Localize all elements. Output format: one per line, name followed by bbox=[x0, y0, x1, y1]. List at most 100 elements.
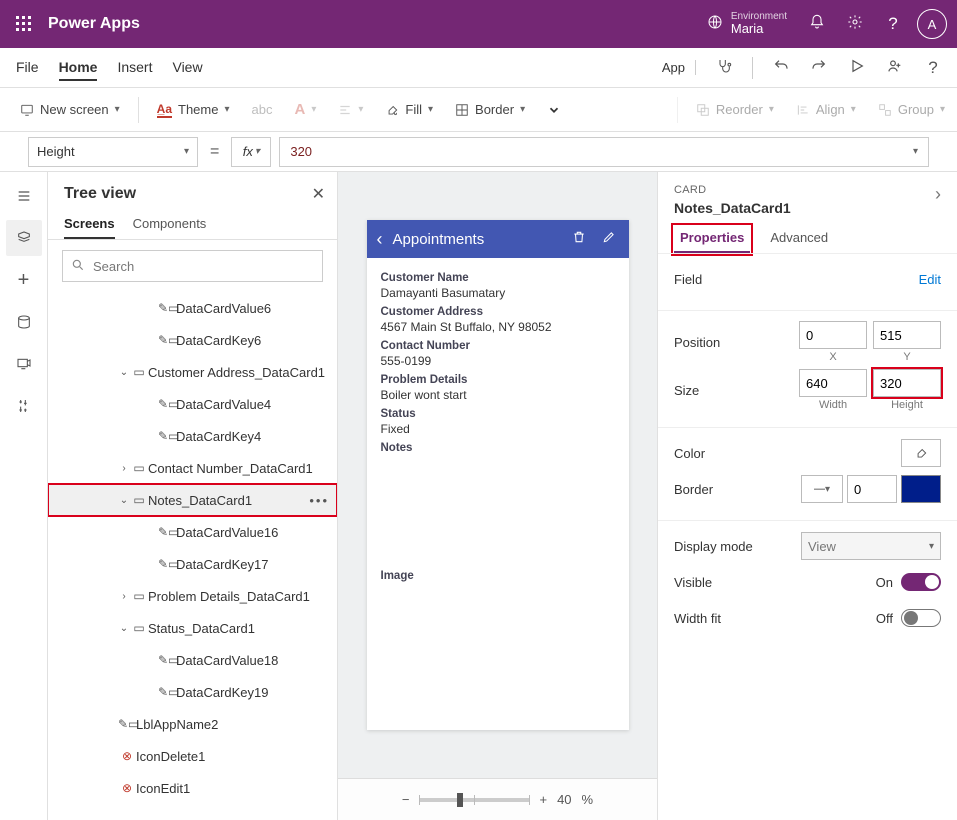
fx-button[interactable]: fx▾ bbox=[231, 137, 271, 167]
tree-node-more-icon[interactable]: ••• bbox=[309, 493, 329, 508]
canvas-app-preview[interactable]: ‹ Appointments Customer Name Damayanti B… bbox=[367, 220, 629, 730]
form-label-image: Image bbox=[381, 570, 615, 582]
tree-node-datacardkey4[interactable]: ✎▭DataCardKey4 bbox=[48, 420, 337, 452]
props-border-color[interactable] bbox=[901, 475, 941, 503]
app-back-icon[interactable]: ‹ bbox=[377, 229, 383, 250]
env-name: Maria bbox=[731, 22, 787, 36]
rail-add-icon[interactable]: + bbox=[6, 262, 42, 298]
tree-node-datacardvalue6[interactable]: ✎▭DataCardValue6 bbox=[48, 292, 337, 324]
props-field-edit-link[interactable]: Edit bbox=[919, 272, 941, 287]
rail-tools-icon[interactable] bbox=[6, 388, 42, 424]
props-tab-properties[interactable]: Properties bbox=[674, 226, 750, 253]
form-value-contact-number: 555-0199 bbox=[381, 354, 615, 368]
app-title: Appointments bbox=[393, 231, 559, 248]
property-selector[interactable]: Height▾ bbox=[28, 137, 198, 167]
props-border-width-input[interactable] bbox=[847, 475, 897, 503]
bell-icon[interactable] bbox=[807, 14, 827, 35]
form-label-customer-address: Customer Address bbox=[381, 306, 615, 318]
waffle-icon[interactable] bbox=[10, 10, 38, 38]
props-widthfit-toggle[interactable] bbox=[901, 609, 941, 627]
form-value-customer-address: 4567 Main St Buffalo, NY 98052 bbox=[381, 320, 615, 334]
props-displaymode-label: Display mode bbox=[674, 539, 766, 554]
tree-node-problemdetails[interactable]: ›▭Problem Details_DataCard1 bbox=[48, 580, 337, 612]
props-field-label: Field bbox=[674, 272, 766, 287]
theme-button[interactable]: A̲a Theme▾ bbox=[149, 98, 238, 122]
env-label: Environment bbox=[731, 11, 787, 22]
props-visible-toggle[interactable] bbox=[901, 573, 941, 591]
globe-icon bbox=[707, 14, 723, 33]
tree-close-icon[interactable]: ✕ bbox=[312, 184, 325, 204]
rail-tree-icon[interactable] bbox=[6, 220, 42, 256]
props-x-input[interactable] bbox=[799, 321, 867, 349]
form-label-problem-details: Problem Details bbox=[381, 374, 615, 386]
search-icon bbox=[71, 258, 85, 275]
rail-data-icon[interactable] bbox=[6, 304, 42, 340]
props-position-label: Position bbox=[674, 335, 766, 350]
border-button[interactable]: Border▾ bbox=[447, 98, 533, 121]
tree-node-notes[interactable]: ⌄▭Notes_DataCard1••• bbox=[48, 484, 337, 516]
tree-node-datacardvalue18[interactable]: ✎▭DataCardValue18 bbox=[48, 644, 337, 676]
ribbon-expand-icon[interactable] bbox=[539, 99, 569, 121]
form-label-notes: Notes bbox=[381, 442, 615, 454]
new-screen-button[interactable]: New screen▾ bbox=[12, 98, 128, 121]
form-label-status: Status bbox=[381, 408, 615, 420]
align-button: Align▾ bbox=[788, 98, 864, 121]
menu-home[interactable]: Home bbox=[59, 55, 98, 81]
zoom-in-button[interactable]: + bbox=[539, 792, 547, 807]
form-value-problem-details: Boiler wont start bbox=[381, 388, 615, 402]
rail-media-icon[interactable] bbox=[6, 346, 42, 382]
props-height-input[interactable] bbox=[873, 369, 941, 397]
props-border-style[interactable]: — ▾ bbox=[801, 475, 843, 503]
equals-label: = bbox=[206, 143, 223, 161]
gear-icon[interactable] bbox=[845, 14, 865, 35]
props-expand-icon[interactable]: › bbox=[935, 184, 941, 205]
menu-app[interactable]: App bbox=[662, 60, 696, 75]
zoom-out-button[interactable]: − bbox=[402, 792, 410, 807]
avatar[interactable]: A bbox=[917, 9, 947, 39]
tree-node-contactnumber[interactable]: ›▭Contact Number_DataCard1 bbox=[48, 452, 337, 484]
tree-node-datacardkey17[interactable]: ✎▭DataCardKey17 bbox=[48, 548, 337, 580]
help2-icon[interactable]: ? bbox=[923, 58, 943, 78]
undo-icon[interactable] bbox=[771, 58, 791, 78]
tree-node-status[interactable]: ⌄▭Status_DataCard1 bbox=[48, 612, 337, 644]
tree-node-datacardvalue4[interactable]: ✎▭DataCardValue4 bbox=[48, 388, 337, 420]
tree-node-datacardkey6[interactable]: ✎▭DataCardKey6 bbox=[48, 324, 337, 356]
props-width-input[interactable] bbox=[799, 369, 867, 397]
formula-input[interactable]: 320▾ bbox=[279, 137, 929, 167]
props-color-button[interactable] bbox=[901, 439, 941, 467]
fill-button[interactable]: Fill▾ bbox=[377, 98, 441, 121]
tree-title: Tree view bbox=[64, 185, 136, 203]
help-icon[interactable]: ? bbox=[883, 14, 903, 34]
redo-icon[interactable] bbox=[809, 58, 829, 78]
menu-file[interactable]: File bbox=[16, 55, 39, 81]
share-icon[interactable] bbox=[885, 58, 905, 78]
menu-insert[interactable]: Insert bbox=[117, 55, 152, 81]
tree-tab-screens[interactable]: Screens bbox=[64, 210, 115, 239]
props-tab-advanced[interactable]: Advanced bbox=[764, 226, 834, 253]
menu-view[interactable]: View bbox=[172, 55, 202, 81]
zoom-slider[interactable] bbox=[419, 798, 529, 802]
app-delete-icon[interactable] bbox=[569, 230, 589, 248]
props-color-label: Color bbox=[674, 446, 766, 461]
props-y-input[interactable] bbox=[873, 321, 941, 349]
play-icon[interactable] bbox=[847, 58, 867, 78]
props-visible-state: On bbox=[876, 575, 893, 590]
props-visible-label: Visible bbox=[674, 575, 766, 590]
app-edit-icon[interactable] bbox=[599, 230, 619, 248]
tree-tab-components[interactable]: Components bbox=[133, 210, 207, 239]
textalign-button: ▾ bbox=[330, 99, 371, 121]
form-label-customer-name: Customer Name bbox=[381, 272, 615, 284]
tree-node-icondelete1[interactable]: ⊗IconDelete1 bbox=[48, 740, 337, 772]
props-widthfit-label: Width fit bbox=[674, 611, 766, 626]
stethoscope-icon[interactable] bbox=[714, 58, 734, 78]
tree-node-iconedit1[interactable]: ⊗IconEdit1 bbox=[48, 772, 337, 804]
tree-node-datacardkey19[interactable]: ✎▭DataCardKey19 bbox=[48, 676, 337, 708]
tree-node-customeraddress[interactable]: ⌄▭Customer Address_DataCard1 bbox=[48, 356, 337, 388]
tree-search-input[interactable]: Search bbox=[62, 250, 323, 282]
environment-picker[interactable]: Environment Maria bbox=[707, 11, 787, 36]
tree-node-datacardvalue16[interactable]: ✎▭DataCardValue16 bbox=[48, 516, 337, 548]
props-kind: CARD bbox=[674, 184, 791, 196]
rail-hamburger-icon[interactable] bbox=[6, 178, 42, 214]
tree-node-lblappname2[interactable]: ✎▭LblAppName2 bbox=[48, 708, 337, 740]
props-displaymode-select[interactable]: View▾ bbox=[801, 532, 941, 560]
